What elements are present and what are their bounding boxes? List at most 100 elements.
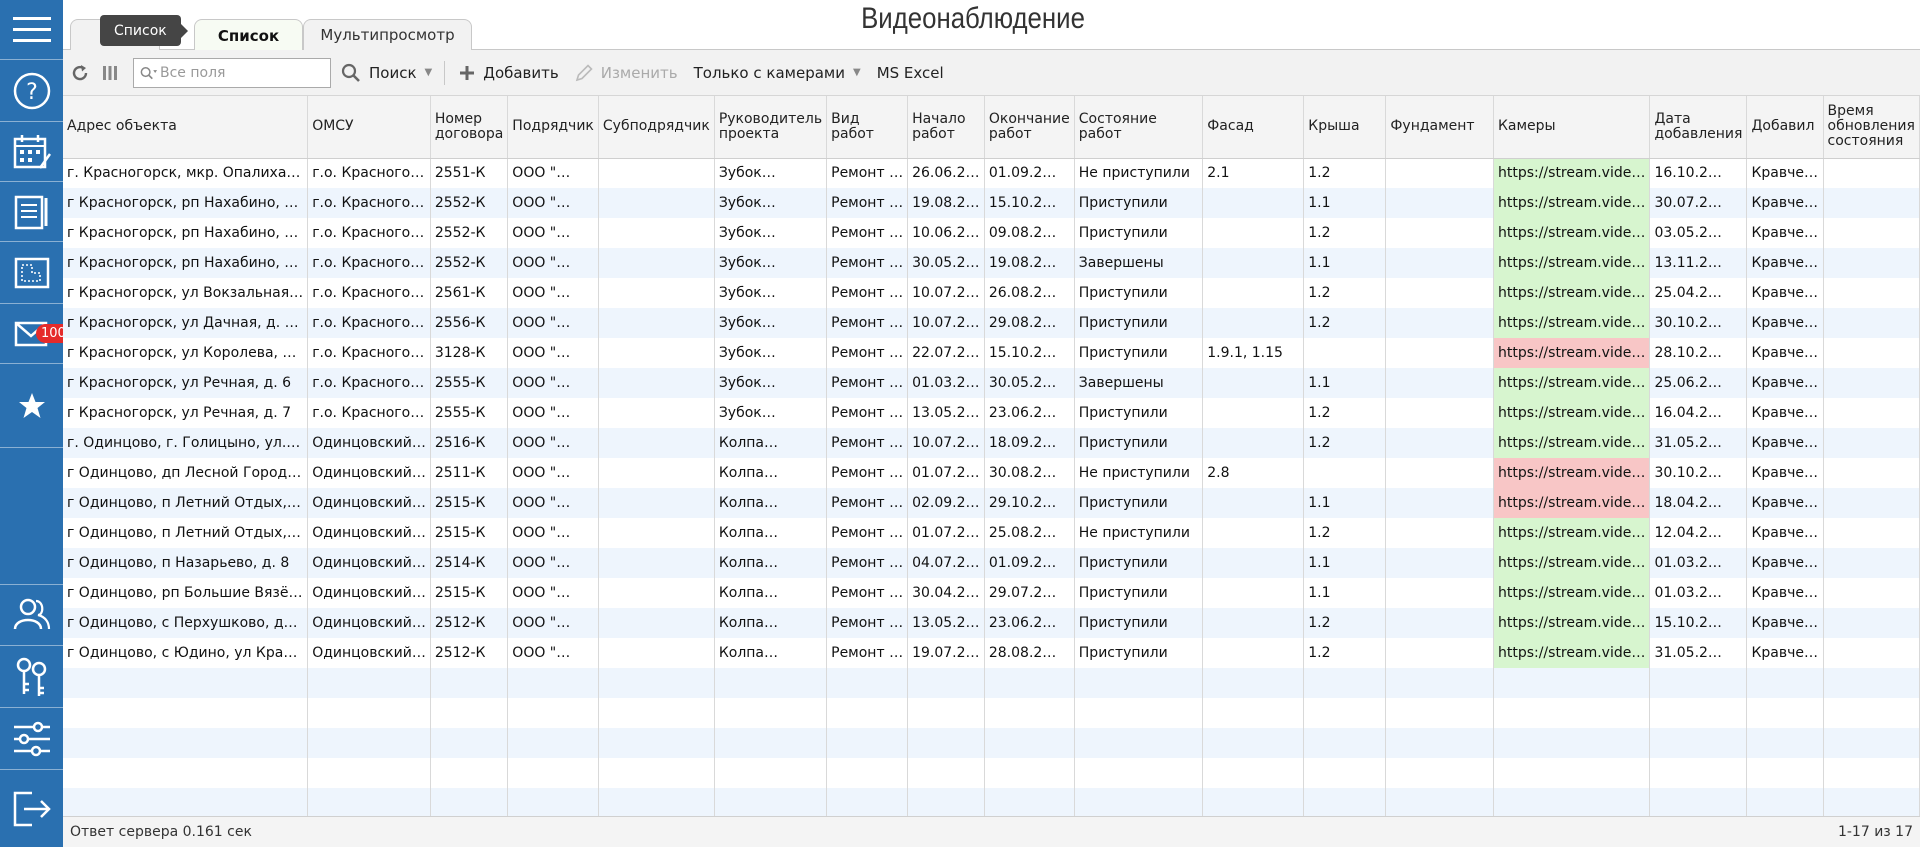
table-row[interactable]: г Одинцово, с Перхушково, д… Одинцовский…… [63,608,1920,638]
table-cell: Зубок… [714,338,828,368]
refresh-button[interactable] [63,50,95,95]
column-header[interactable]: Добавил [1746,96,1824,159]
table-row[interactable]: г Красногорск, рп Нахабино, … г.о. Красно… [63,188,1920,218]
table-cell: г Красногорск, рп Нахабино, … [63,188,309,218]
refresh-icon [72,64,88,80]
settings-button[interactable] [0,708,63,770]
table-row[interactable]: г Красногорск, рп Нахабино, … г.о. Красно… [63,248,1920,278]
tab-multiview[interactable]: Мультипросмотр [303,19,472,50]
map-button[interactable] [0,242,63,304]
table-row[interactable]: г Красногорск, ул Речная, д. 6 г.о. Красн… [63,368,1920,398]
cameras-filter-label: Только с камерами [693,63,845,82]
camera-link-cell[interactable]: https://stream.vide… [1493,338,1651,368]
table-cell: г Красногорск, ул Вокзальная… [63,278,309,308]
column-header[interactable]: Подрядчик [507,96,599,159]
table-cell: г Красногорск, ул Речная, д. 7 [63,398,309,428]
column-header[interactable]: Камеры [1493,96,1651,159]
camera-link-cell[interactable]: https://stream.vide… [1493,158,1651,188]
table-cell [1202,248,1305,278]
table-cell [598,398,715,428]
table-cell: 2552-К [430,188,509,218]
camera-link-cell[interactable]: https://stream.vide… [1493,248,1651,278]
logout-button[interactable] [0,770,63,847]
columns-button[interactable] [95,50,125,95]
column-header[interactable]: Время обновления состояния [1823,96,1920,159]
table-row[interactable]: г Одинцово, п Назарьево, д. 8 Одинцовский… [63,548,1920,578]
camera-link-cell[interactable]: https://stream.vide… [1493,638,1651,668]
table-row[interactable]: г Одинцово, дп Лесной Город… Одинцовский…… [63,458,1920,488]
column-header[interactable]: Окончание работ [984,96,1075,159]
search-input[interactable] [160,59,330,86]
camera-link-cell[interactable]: https://stream.vide… [1493,488,1651,518]
camera-link-cell[interactable]: https://stream.vide… [1493,518,1651,548]
column-header[interactable]: Крыша [1303,96,1387,159]
table-row[interactable]: г Одинцово, п Летний Отдых,… Одинцовский…… [63,488,1920,518]
table-cell: 30.07.2… [1649,188,1748,218]
column-header[interactable]: Номер договора [430,96,509,159]
camera-link-cell[interactable]: https://stream.vide… [1493,278,1651,308]
table-cell: Приступили [1074,488,1204,518]
search-dropdown-icon[interactable]: ▼ [425,67,433,78]
table-row[interactable]: г Одинцово, п Летний Отдых,… Одинцовский…… [63,518,1920,548]
table-cell: Ремонт … [826,218,909,248]
documents-button[interactable] [0,182,63,242]
camera-link-cell[interactable]: https://stream.vide… [1493,458,1651,488]
users-button[interactable] [0,584,63,646]
search-button[interactable]: Поиск ▼ [331,50,438,95]
camera-link-cell[interactable]: https://stream.vide… [1493,398,1651,428]
column-header[interactable]: Дата добавления [1649,96,1748,159]
column-header[interactable]: Начало работ [907,96,985,159]
camera-link-cell[interactable]: https://stream.vide… [1493,608,1651,638]
camera-link-cell[interactable]: https://stream.vide… [1493,308,1651,338]
table-row[interactable]: г. Одинцово, г. Голицыно, ул.… Одинцовски… [63,428,1920,458]
column-header[interactable]: ОМСУ [307,96,431,159]
table-row[interactable]: г Красногорск, ул Вокзальная… г.о. Красно… [63,278,1920,308]
table-cell: ООО "… [507,248,599,278]
table-cell: Одинцовский… [307,428,431,458]
tab-list[interactable]: Список [194,19,303,51]
empty-cell [1493,668,1651,698]
camera-link-cell[interactable]: https://stream.vide… [1493,548,1651,578]
table-cell: 26.06.2… [907,158,985,188]
empty-cell [1493,698,1651,728]
keys-button[interactable] [0,646,63,708]
camera-link-cell[interactable]: https://stream.vide… [1493,368,1651,398]
column-header[interactable]: Вид работ [826,96,909,159]
camera-link-cell[interactable]: https://stream.vide… [1493,428,1651,458]
table-cell: 2551-К [430,158,509,188]
column-header[interactable]: Субподрядчик [598,96,715,159]
excel-export-button[interactable]: MS Excel [869,50,952,95]
column-header[interactable]: Фундамент [1385,96,1494,159]
camera-link-cell[interactable]: https://stream.vide… [1493,578,1651,608]
column-header[interactable]: Адрес объекта [63,96,309,159]
cameras-filter-dropdown[interactable]: Только с камерами ▼ [686,50,869,95]
table-row[interactable]: г Одинцово, с Юдино, ул Кра… Одинцовский…… [63,638,1920,668]
camera-link-cell[interactable]: https://stream.vide… [1493,218,1651,248]
table-row[interactable]: г. Красногорск, мкр. Опалиха… г.о. Красно… [63,158,1920,188]
table-row[interactable]: г Красногорск, ул Королева, … г.о. Красно… [63,338,1920,368]
table-cell: 15.10.2… [984,338,1075,368]
camera-link-cell[interactable]: https://stream.vide… [1493,188,1651,218]
column-header[interactable]: Фасад [1202,96,1305,159]
table-cell: г Красногорск, ул Речная, д. 6 [63,368,309,398]
table-row[interactable]: г Красногорск, ул Речная, д. 7 г.о. Красн… [63,398,1920,428]
empty-cell [826,758,909,788]
table-cell [598,428,715,458]
calendar-button[interactable] [0,122,63,182]
menu-button[interactable] [0,0,63,60]
column-header[interactable]: Руководитель проекта [714,96,828,159]
column-header[interactable]: Состояние работ [1074,96,1204,159]
table-cell: 29.07.2… [984,578,1075,608]
calendar-icon [13,134,51,169]
table-cell: Одинцовский… [307,638,431,668]
favorites-button[interactable] [0,364,63,448]
column-header-label: Дата добавления [1654,111,1743,142]
table-row[interactable]: г Красногорск, ул Дачная, д. … г.о. Красн… [63,308,1920,338]
table-cell: 19.08.2… [907,188,985,218]
edit-button[interactable]: Изменить [567,50,686,95]
table-row[interactable]: г Одинцово, рп Большие Вязё… Одинцовский…… [63,578,1920,608]
add-button[interactable]: Добавить [451,50,567,95]
table-row[interactable]: г Красногорск, рп Нахабино, … г.о. Красно… [63,218,1920,248]
help-button[interactable]: ? [0,60,63,122]
table-cell: Приступили [1074,638,1204,668]
